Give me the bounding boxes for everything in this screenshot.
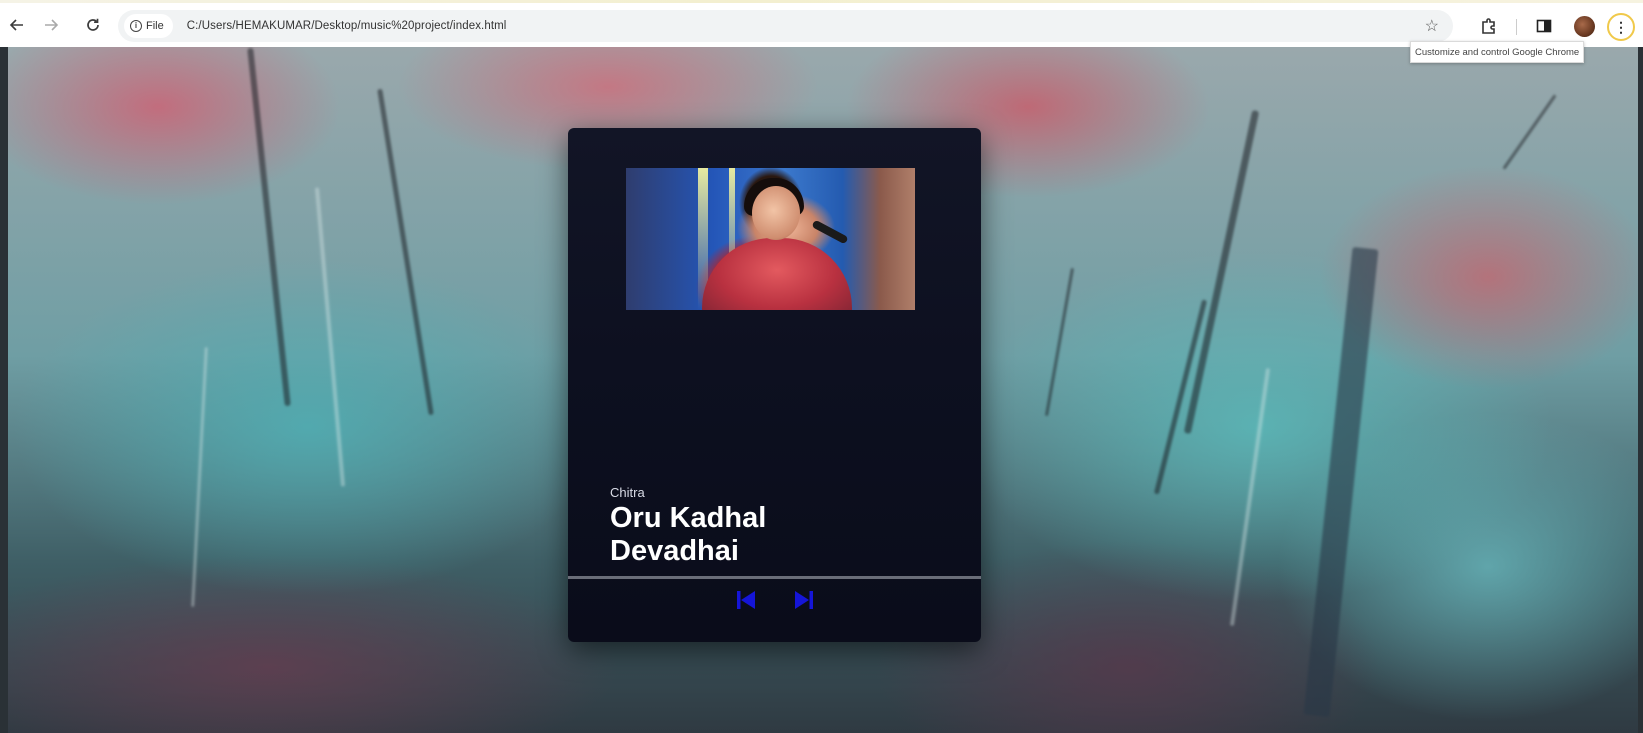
site-info-chip[interactable]: i File	[124, 14, 173, 38]
next-track-button[interactable]	[793, 588, 815, 612]
artist-name: Chitra	[610, 485, 645, 500]
side-panel-icon	[1536, 19, 1552, 33]
browser-toolbar: i File C:/Users/HEMAKUMAR/Desktop/music%…	[0, 3, 1643, 47]
paint-streak	[1183, 109, 1260, 435]
paint-streak	[1153, 299, 1208, 495]
singer-figure	[702, 238, 852, 310]
info-icon: i	[130, 20, 142, 32]
reload-button[interactable]	[78, 10, 108, 40]
address-bar[interactable]: i File C:/Users/HEMAKUMAR/Desktop/music%…	[118, 10, 1453, 42]
paint-streak	[1229, 367, 1271, 627]
url-text[interactable]: C:/Users/HEMAKUMAR/Desktop/music%20proje…	[187, 20, 507, 32]
site-info-label: File	[146, 20, 164, 32]
kebab-menu-icon[interactable]: ⋮	[1607, 13, 1635, 41]
paint-streak	[1044, 267, 1075, 417]
puzzle-icon	[1482, 18, 1495, 34]
arrow-right-icon	[45, 19, 59, 31]
paint-streak	[314, 187, 346, 487]
skip-next-icon	[794, 591, 813, 609]
paint-streak	[377, 88, 434, 416]
player-controls	[568, 585, 981, 615]
album-cover-image	[626, 168, 915, 310]
singer-face	[752, 186, 800, 240]
avatar-icon[interactable]	[1574, 16, 1595, 37]
star-icon[interactable]: ☆	[1425, 16, 1439, 36]
previous-track-button[interactable]	[735, 588, 757, 612]
paint-streak	[191, 347, 208, 607]
reload-icon	[87, 18, 99, 31]
toolbar-divider	[1516, 19, 1517, 35]
music-player-card: Chitra Oru Kadhal Devadhai	[568, 128, 981, 642]
menu-tooltip: Customize and control Google Chrome	[1410, 41, 1585, 63]
skip-previous-icon	[736, 591, 755, 609]
progress-divider	[568, 576, 981, 579]
paint-streak	[1502, 94, 1557, 170]
back-button[interactable]	[2, 10, 32, 40]
side-panel-button[interactable]	[1533, 15, 1555, 37]
arrow-left-icon	[9, 19, 23, 31]
paint-streak	[247, 47, 291, 407]
song-title: Oru Kadhal Devadhai	[610, 502, 767, 567]
paint-streak	[1303, 246, 1379, 718]
forward-button[interactable]	[36, 10, 66, 40]
extensions-button[interactable]	[1478, 15, 1500, 37]
microphone	[811, 219, 849, 245]
